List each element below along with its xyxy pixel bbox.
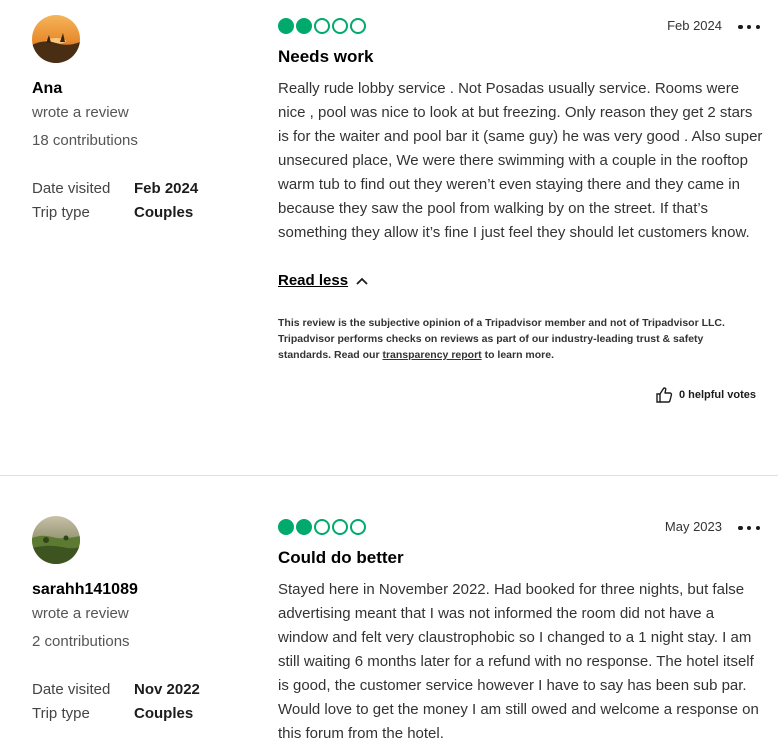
rating-bubble bbox=[296, 519, 312, 535]
review-title[interactable]: Needs work bbox=[278, 47, 373, 67]
review-date: May 2023 bbox=[664, 519, 722, 534]
more-options-icon[interactable] bbox=[738, 20, 760, 34]
rating-bubbles bbox=[278, 519, 366, 535]
trip-type-value: Couples bbox=[134, 204, 194, 221]
wrote-review-text: wrote a review bbox=[32, 104, 129, 121]
rating-bubble bbox=[350, 18, 366, 34]
contributions-count: 2 contributions bbox=[32, 633, 130, 650]
rating-bubble bbox=[296, 18, 312, 34]
rating-bubble bbox=[332, 519, 348, 535]
helpful-votes-count: 0 helpful votes bbox=[678, 389, 756, 401]
trip-type-label: Trip type bbox=[32, 204, 90, 221]
more-options-icon[interactable] bbox=[738, 521, 760, 535]
transparency-report-link[interactable]: transparency report bbox=[382, 349, 481, 361]
reviewer-name[interactable]: sarahh141089 bbox=[32, 581, 138, 599]
avatar[interactable] bbox=[32, 516, 80, 564]
rating-bubble bbox=[314, 18, 330, 34]
rating-bubble bbox=[350, 519, 366, 535]
reviewer-name[interactable]: Ana bbox=[32, 80, 62, 98]
avatar-landscape-image bbox=[32, 516, 80, 564]
disclaimer-text-end: to learn more. bbox=[481, 349, 555, 361]
thumbs-up-icon bbox=[656, 387, 673, 403]
date-visited-value: Nov 2022 bbox=[134, 681, 200, 698]
date-visited-label: Date visited bbox=[32, 180, 111, 197]
rating-bubbles bbox=[278, 18, 366, 34]
review-card: sarahh141089 wrote a review 2 contributi… bbox=[0, 476, 778, 756]
avatar[interactable] bbox=[32, 15, 80, 63]
review-date: Feb 2024 bbox=[667, 18, 722, 33]
review-text: Stayed here in November 2022. Had booked… bbox=[278, 581, 759, 742]
rating-bubble bbox=[278, 519, 294, 535]
helpful-votes-button[interactable]: 0 helpful votes bbox=[655, 386, 756, 404]
chevron-up-icon bbox=[356, 277, 368, 285]
review-text: Really rude lobby service . Not Posadas … bbox=[278, 80, 763, 241]
avatar-sunset-image bbox=[32, 15, 80, 63]
review-card: Ana wrote a review 18 contributions Date… bbox=[0, 0, 778, 475]
trip-type-label: Trip type bbox=[32, 705, 90, 722]
read-less-label: Read less bbox=[278, 272, 349, 289]
rating-bubble bbox=[332, 18, 348, 34]
review-title[interactable]: Could do better bbox=[278, 548, 404, 568]
read-less-button[interactable]: Read less bbox=[278, 272, 368, 289]
date-visited-value: Feb 2024 bbox=[134, 180, 199, 197]
date-visited-label: Date visited bbox=[32, 681, 111, 698]
rating-bubble bbox=[278, 18, 294, 34]
rating-bubble bbox=[314, 519, 330, 535]
wrote-review-text: wrote a review bbox=[32, 605, 129, 622]
contributions-count: 18 contributions bbox=[32, 132, 138, 149]
trip-type-value: Couples bbox=[134, 705, 194, 722]
review-disclaimer: This review is the subjective opinion of… bbox=[278, 315, 758, 363]
